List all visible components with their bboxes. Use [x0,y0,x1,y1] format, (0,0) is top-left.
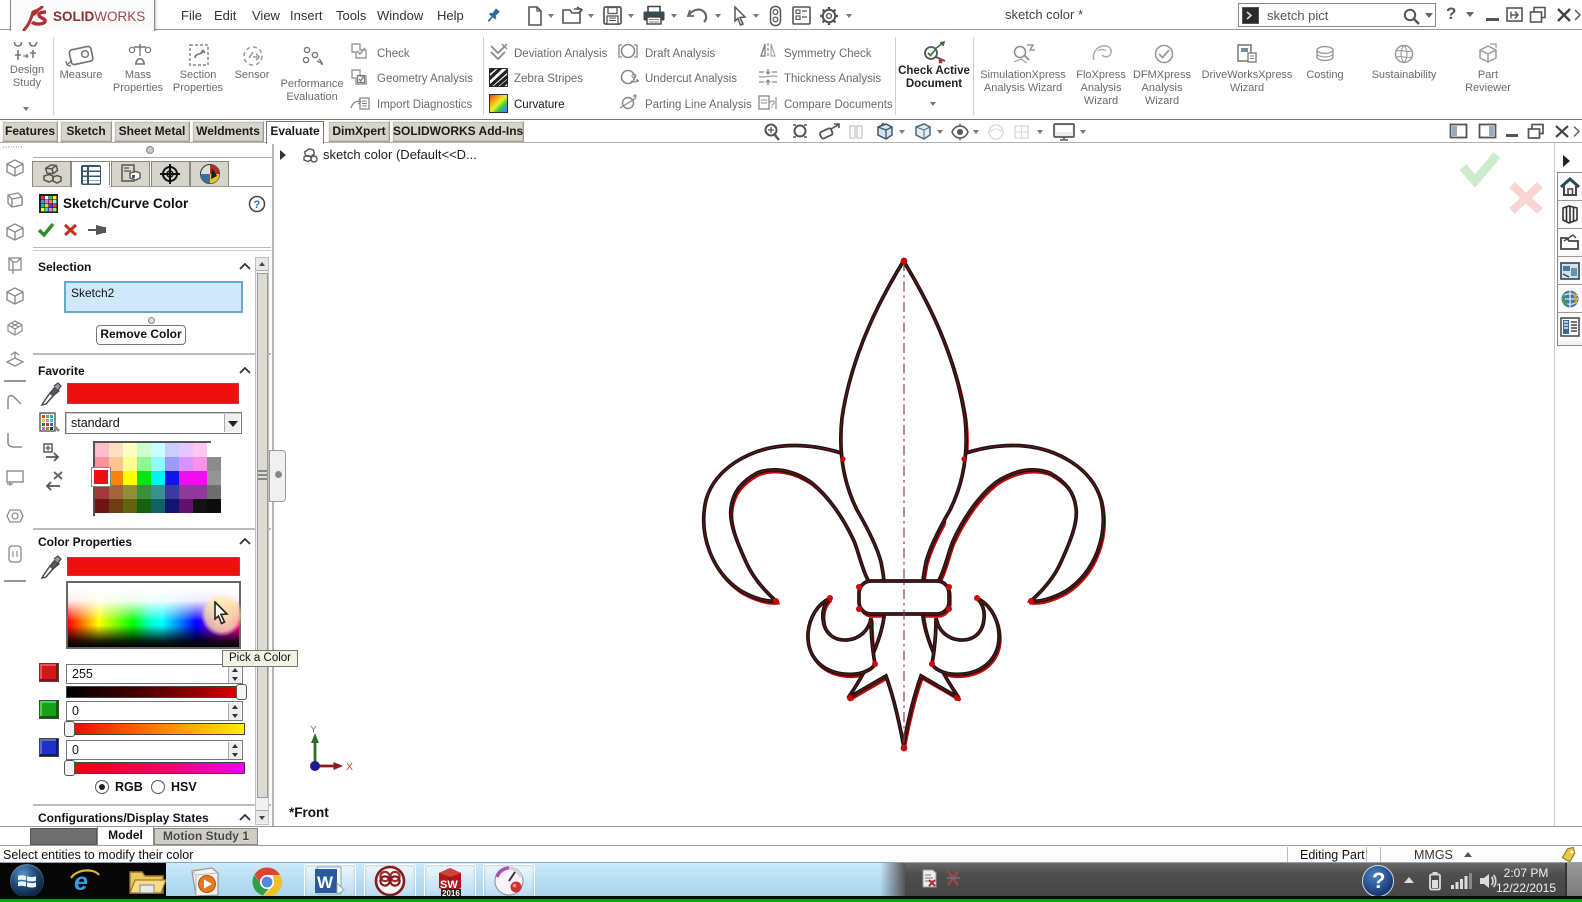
svg-text:?: ? [769,99,775,111]
svg-text:Y: Y [310,726,317,736]
svg-text:X: X [346,761,353,773]
svg-text:?: ? [254,199,261,211]
svg-text:W: W [317,873,334,892]
